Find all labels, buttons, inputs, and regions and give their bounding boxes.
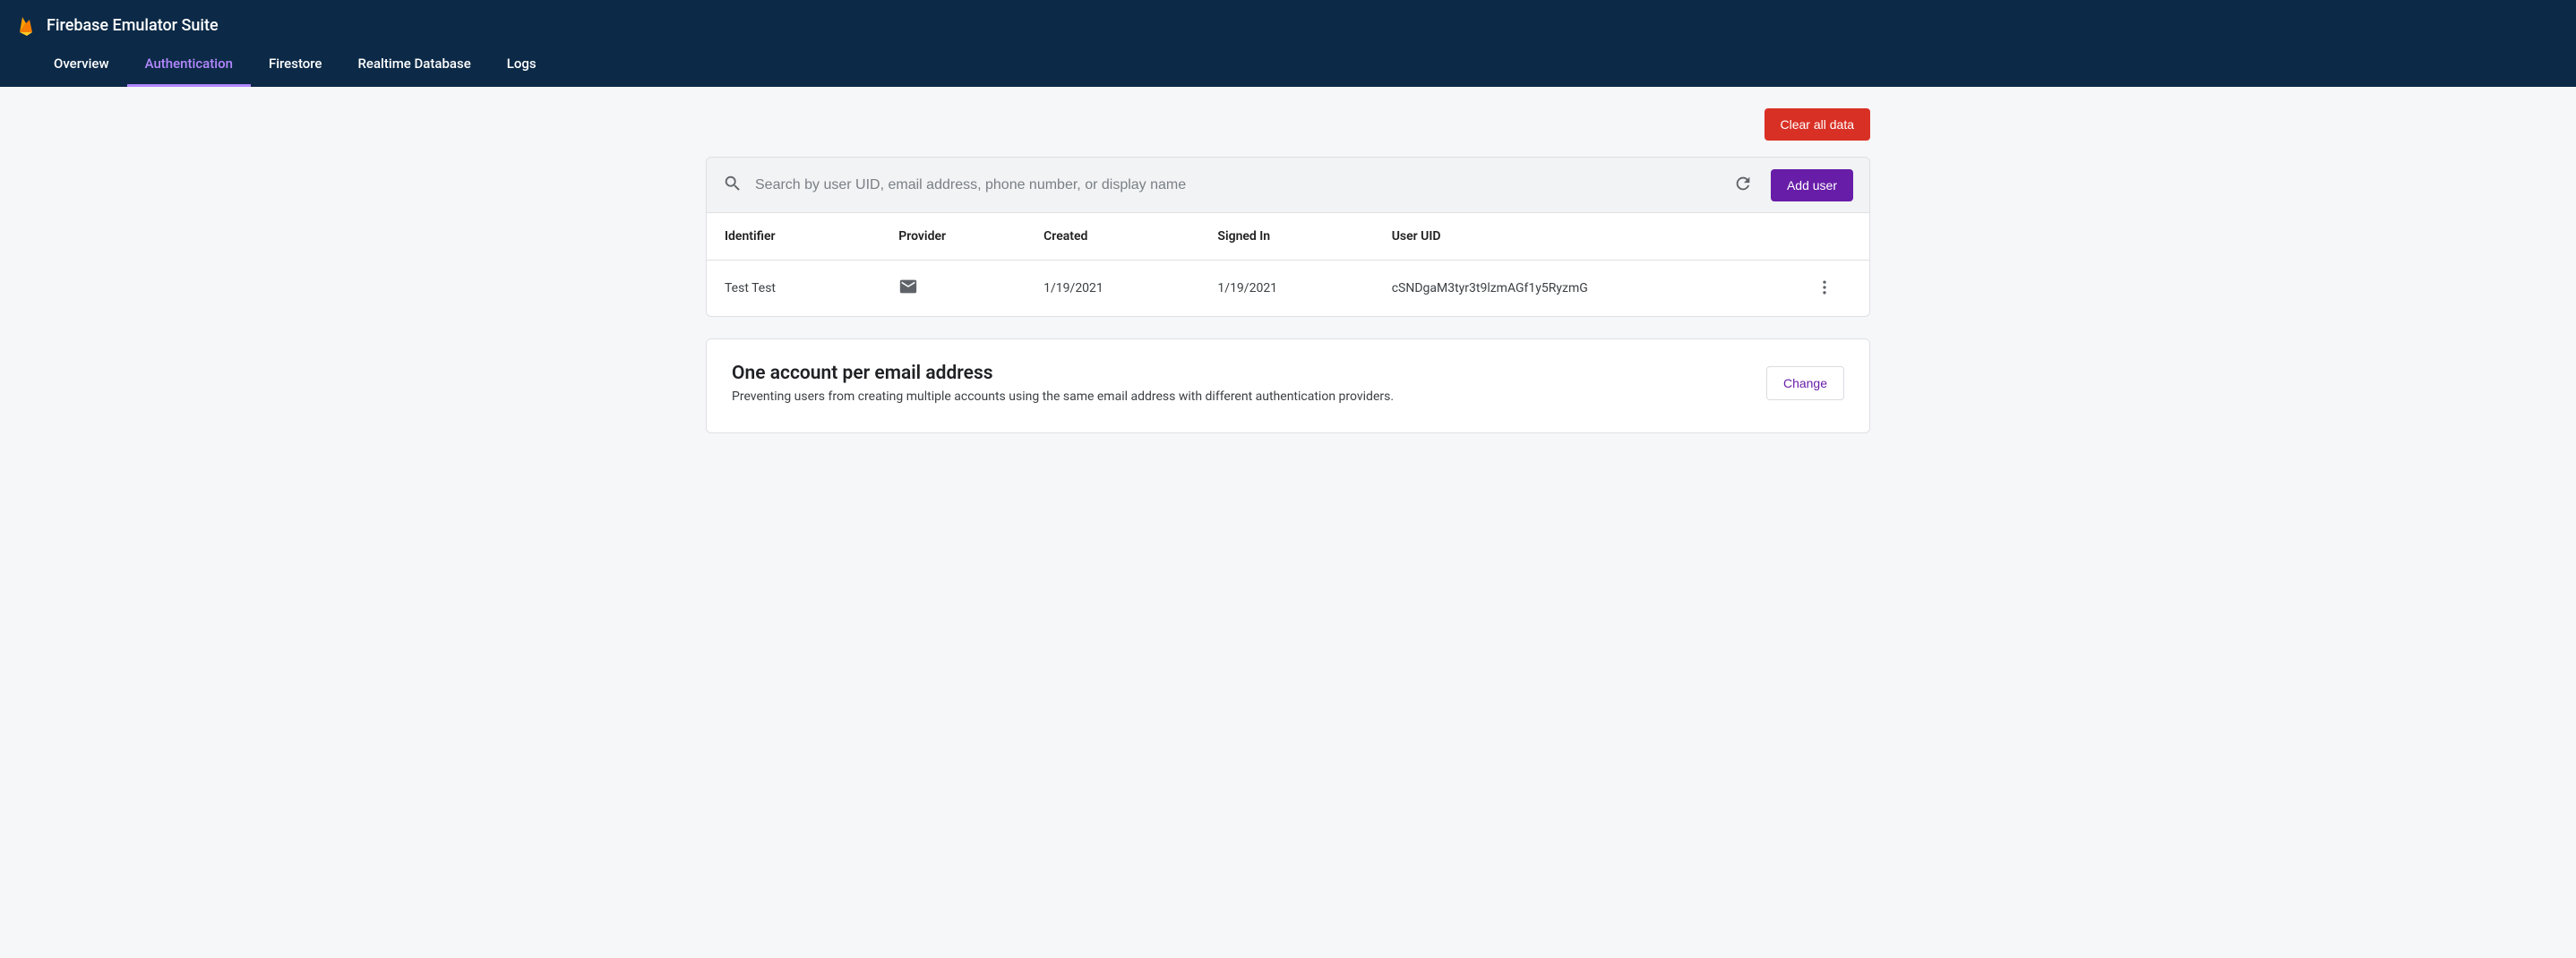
cell-provider bbox=[898, 277, 1043, 300]
col-provider: Provider bbox=[898, 229, 1043, 244]
app-title: Firebase Emulator Suite bbox=[47, 16, 219, 35]
table-header-row: Identifier Provider Created Signed In Us… bbox=[707, 212, 1869, 261]
search-bar: Add user bbox=[707, 158, 1869, 212]
tab-firestore[interactable]: Firestore bbox=[251, 43, 340, 87]
cell-user-uid: cSNDgaM3tyr3t9lzmAGf1y5RyzmG bbox=[1392, 281, 1798, 295]
refresh-icon bbox=[1733, 174, 1753, 196]
tab-logs[interactable]: Logs bbox=[489, 43, 554, 87]
col-signed-in: Signed In bbox=[1217, 229, 1391, 244]
change-button[interactable]: Change bbox=[1766, 366, 1844, 400]
col-user-uid: User UID bbox=[1392, 229, 1798, 244]
cell-identifier: Test Test bbox=[725, 281, 898, 295]
table-row: Test Test 1/19/2021 1/19/2021 cSNDgaM3ty… bbox=[707, 261, 1869, 316]
top-actions: Clear all data bbox=[706, 108, 1870, 141]
tab-realtime-database[interactable]: Realtime Database bbox=[339, 43, 488, 87]
search-icon bbox=[723, 174, 743, 197]
more-vert-icon bbox=[1816, 278, 1833, 299]
add-user-button[interactable]: Add user bbox=[1771, 169, 1853, 201]
col-identifier: Identifier bbox=[725, 229, 898, 244]
account-settings-card: One account per email address Preventing… bbox=[706, 338, 1870, 433]
header-top: Firebase Emulator Suite bbox=[0, 0, 2576, 43]
tab-overview[interactable]: Overview bbox=[36, 43, 127, 87]
refresh-button[interactable] bbox=[1728, 168, 1758, 201]
app-header: Firebase Emulator Suite Overview Authent… bbox=[0, 0, 2576, 87]
settings-text: One account per email address Preventing… bbox=[732, 363, 1394, 404]
search-input[interactable] bbox=[755, 177, 1715, 193]
users-table: Identifier Provider Created Signed In Us… bbox=[707, 212, 1869, 316]
cell-signed-in: 1/19/2021 bbox=[1217, 281, 1391, 295]
email-icon bbox=[898, 286, 918, 300]
nav-tabs: Overview Authentication Firestore Realti… bbox=[0, 43, 2576, 87]
users-card: Add user Identifier Provider Created Sig… bbox=[706, 157, 1870, 317]
clear-all-data-button[interactable]: Clear all data bbox=[1765, 108, 1871, 141]
tab-authentication[interactable]: Authentication bbox=[127, 43, 251, 87]
firebase-logo-icon bbox=[16, 14, 38, 36]
settings-description: Preventing users from creating multiple … bbox=[732, 389, 1394, 404]
row-overflow-menu-button[interactable] bbox=[1798, 278, 1851, 299]
cell-created: 1/19/2021 bbox=[1043, 281, 1217, 295]
main-content: Clear all data Add user Identifier Provi… bbox=[670, 87, 1906, 476]
settings-title: One account per email address bbox=[732, 363, 1394, 384]
col-created: Created bbox=[1043, 229, 1217, 244]
